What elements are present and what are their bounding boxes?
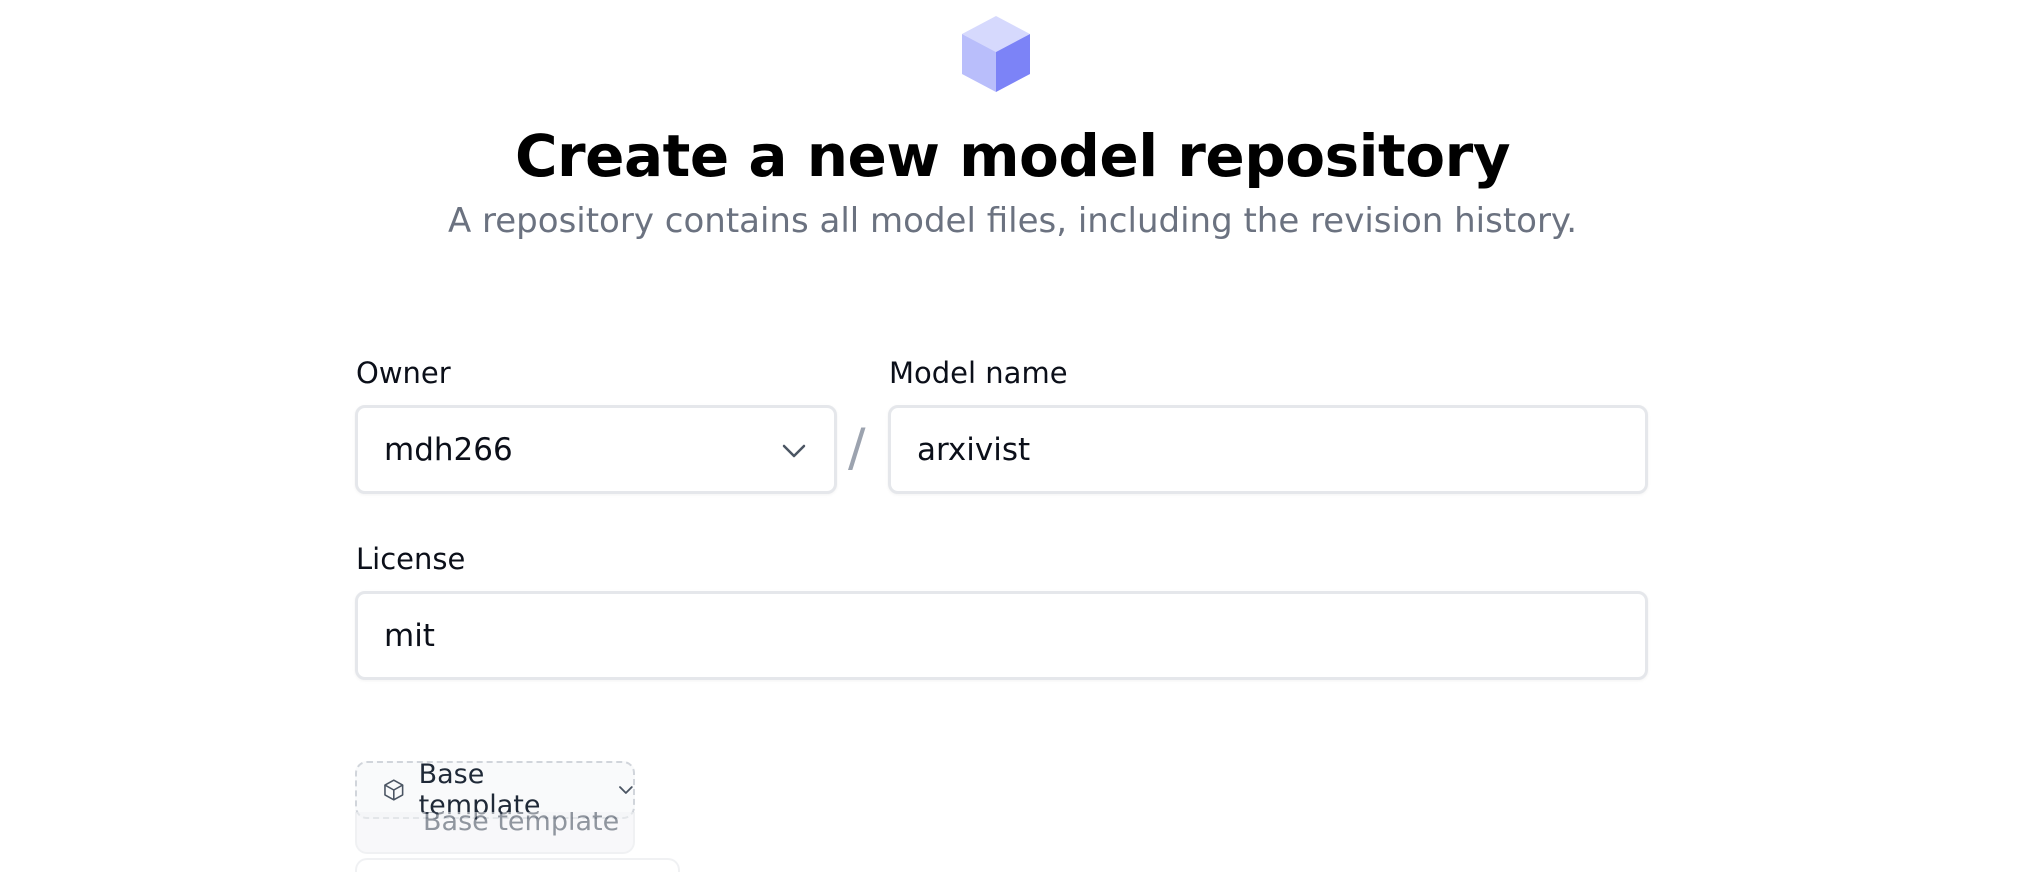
chevron-down-icon	[619, 785, 633, 794]
license-input[interactable]: mit	[355, 591, 1648, 680]
license-label: License	[356, 542, 466, 576]
chevron-down-icon	[782, 444, 806, 458]
ghost-template-label: Base template	[355, 812, 635, 854]
page-subtitle: A repository contains all model files, i…	[447, 201, 1578, 241]
model-name-value: arxivist	[917, 431, 1031, 468]
license-value: mit	[384, 617, 435, 654]
model-name-input[interactable]: arxivist	[888, 405, 1648, 494]
page-title: Create a new model repository	[514, 122, 1511, 190]
template-dropdown-ghost: Base template	[355, 812, 680, 872]
cube-logo-icon	[962, 16, 1030, 92]
base-template-button[interactable]: Base template	[355, 759, 635, 821]
owner-value: mdh266	[384, 431, 513, 468]
owner-name-separator: /	[848, 418, 866, 478]
owner-label: Owner	[356, 356, 451, 390]
cube-outline-icon	[384, 779, 404, 801]
owner-select[interactable]: mdh266	[355, 405, 837, 494]
ghost-divider	[355, 858, 680, 872]
model-name-label: Model name	[889, 356, 1068, 390]
